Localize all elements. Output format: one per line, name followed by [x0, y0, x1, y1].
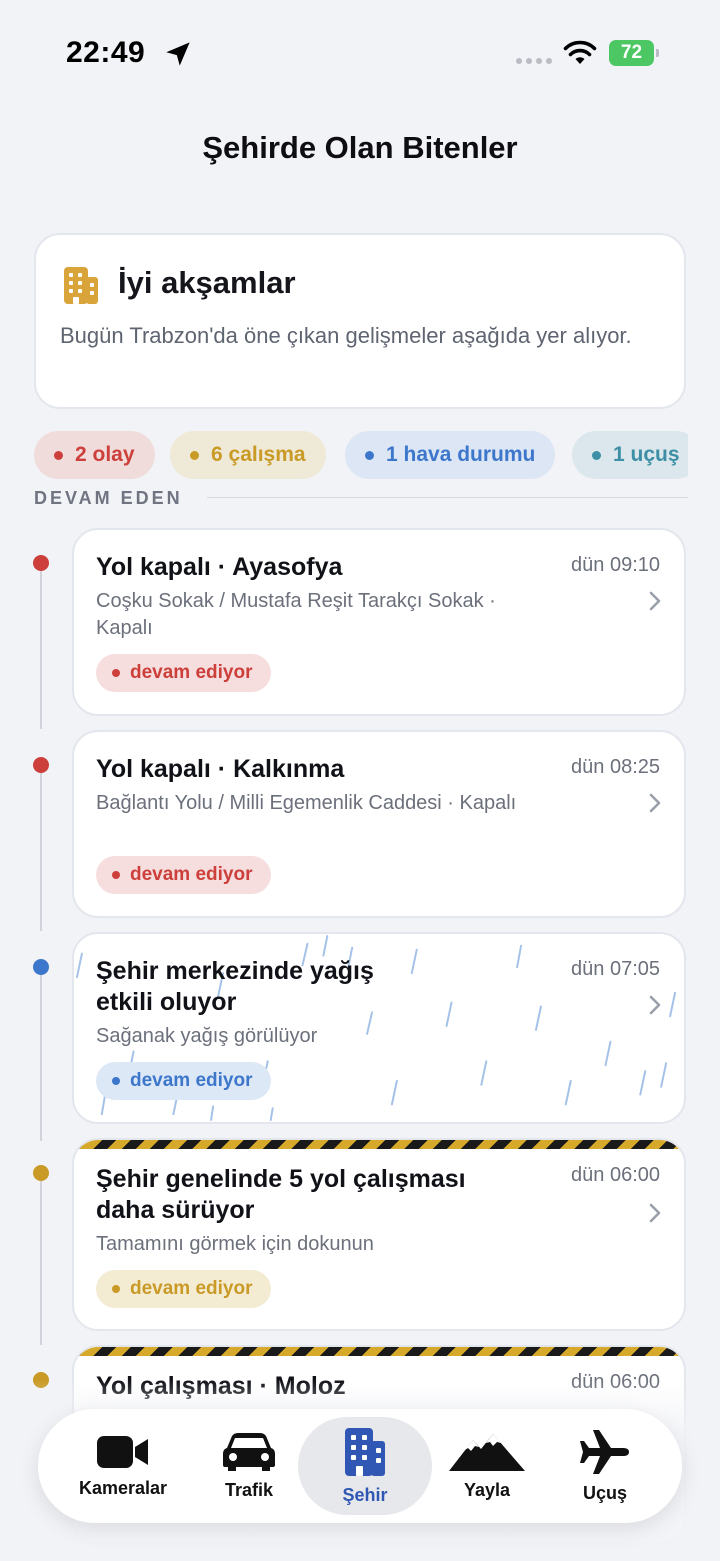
event-subtitle: Sağanak yağış görülüyor — [96, 1025, 318, 1047]
timeline-line — [40, 975, 42, 1141]
timeline-dot — [33, 959, 49, 975]
event-card[interactable]: Şehir merkezinde yağış etkili oluyor dün… — [72, 932, 686, 1124]
status-badge-label: devam ediyor — [130, 662, 253, 683]
chevron-right-icon — [649, 793, 661, 813]
status-badge: devam ediyor — [96, 654, 271, 692]
event-time: dün 08:25 — [571, 756, 660, 778]
chip-flights[interactable]: 1 uçuş — [572, 431, 688, 479]
event-time: dün 09:10 — [571, 554, 660, 576]
tab-yayla[interactable]: Yayla — [426, 1409, 548, 1523]
event-title: Yol kapalı · Kalkınma — [96, 755, 345, 783]
summary-chips: 2 olay 6 çalışma 1 hava durumu 1 uçuş — [34, 431, 688, 479]
status-badge: devam ediyor — [96, 1062, 271, 1100]
event-card[interactable]: Şehir genelinde 5 yol çalışması daha sür… — [72, 1138, 686, 1331]
building-icon — [345, 1427, 385, 1476]
section-label: DEVAM EDEN — [34, 488, 183, 508]
tab-bar: Kameralar Trafik Şehir Yayla Uçuş — [38, 1409, 682, 1523]
tab-kameralar[interactable]: Kameralar — [62, 1409, 184, 1523]
timeline-dot — [33, 555, 49, 571]
tab-label: Şehir — [342, 1484, 388, 1505]
battery-level: 72 — [609, 40, 654, 66]
battery-indicator: 72 — [609, 40, 659, 66]
chip-label: 2 olay — [75, 443, 135, 466]
chevron-right-icon — [649, 995, 661, 1015]
airplane-icon — [580, 1429, 629, 1474]
tab-label: Kameralar — [78, 1477, 168, 1498]
tab-trafik[interactable]: Trafik — [188, 1409, 310, 1523]
tab-label: Uçuş — [582, 1482, 627, 1503]
cellular-signal-icon — [516, 58, 552, 64]
timeline-dot — [33, 757, 49, 773]
chip-weather[interactable]: 1 hava durumu — [345, 431, 556, 479]
location-arrow-icon — [166, 42, 190, 66]
event-time: dün 07:05 — [571, 958, 660, 980]
video-camera-icon — [97, 1435, 148, 1468]
event-subtitle: Tamamını görmek için dokunun — [96, 1233, 374, 1255]
section-divider — [207, 497, 688, 498]
building-icon — [64, 267, 98, 304]
chip-label: 6 çalışma — [211, 443, 306, 466]
chip-works[interactable]: 6 çalışma — [170, 431, 326, 479]
event-time: dün 06:00 — [571, 1164, 660, 1186]
hazard-stripe — [74, 1140, 684, 1149]
chip-label: 1 hava durumu — [386, 443, 536, 466]
timeline-line — [40, 571, 42, 729]
event-card[interactable]: Yol kapalı · Kalkınma dün 08:25 Bağlantı… — [72, 730, 686, 918]
tab-label: Yayla — [463, 1479, 511, 1500]
event-title: Yol kapalı · Ayasofya — [96, 553, 343, 581]
greeting-card: İyi akşamlar Bugün Trabzon'da öne çıkan … — [34, 233, 686, 409]
greeting-title: İyi akşamlar — [118, 265, 296, 300]
status-bar: 22:49 72 — [0, 0, 720, 100]
status-time: 22:49 — [66, 36, 146, 69]
tab-ucus[interactable]: Uçuş — [544, 1409, 666, 1523]
tab-sehir[interactable]: Şehir — [304, 1409, 426, 1523]
greeting-text: Bugün Trabzon'da öne çıkan gelişmeler aş… — [60, 323, 632, 348]
chip-events[interactable]: 2 olay — [34, 431, 155, 479]
status-badge-label: devam ediyor — [130, 864, 253, 885]
event-card[interactable]: Yol kapalı · Ayasofya dün 09:10 Coşku So… — [72, 528, 686, 716]
page-title: Şehirde Olan Bitenler — [202, 130, 518, 165]
chevron-right-icon — [649, 591, 661, 611]
event-title: Şehir merkezinde yağış etkili oluyor — [96, 957, 374, 1016]
mountain-icon — [449, 1433, 525, 1471]
tab-label: Trafik — [224, 1479, 274, 1500]
status-badge-label: devam ediyor — [130, 1070, 253, 1091]
status-badge: devam ediyor — [96, 1270, 271, 1308]
chevron-right-icon — [649, 1203, 661, 1223]
event-subtitle: Bağlantı Yolu / Milli Egemenlik Caddesi … — [96, 792, 517, 814]
event-subtitle: Coşku Sokak / Mustafa Reşit Tarakçı Soka… — [96, 590, 496, 639]
timeline-line — [40, 1181, 42, 1345]
status-badge-label: devam ediyor — [130, 1278, 253, 1299]
timeline-line — [40, 773, 42, 931]
status-badge: devam ediyor — [96, 856, 271, 894]
event-title: Şehir genelinde 5 yol çalışması daha sür… — [96, 1165, 466, 1224]
wifi-icon — [563, 40, 597, 64]
chip-label: 1 uçuş — [613, 443, 680, 466]
timeline-dot — [33, 1165, 49, 1181]
car-icon — [223, 1432, 275, 1471]
hazard-stripe — [74, 1347, 684, 1356]
